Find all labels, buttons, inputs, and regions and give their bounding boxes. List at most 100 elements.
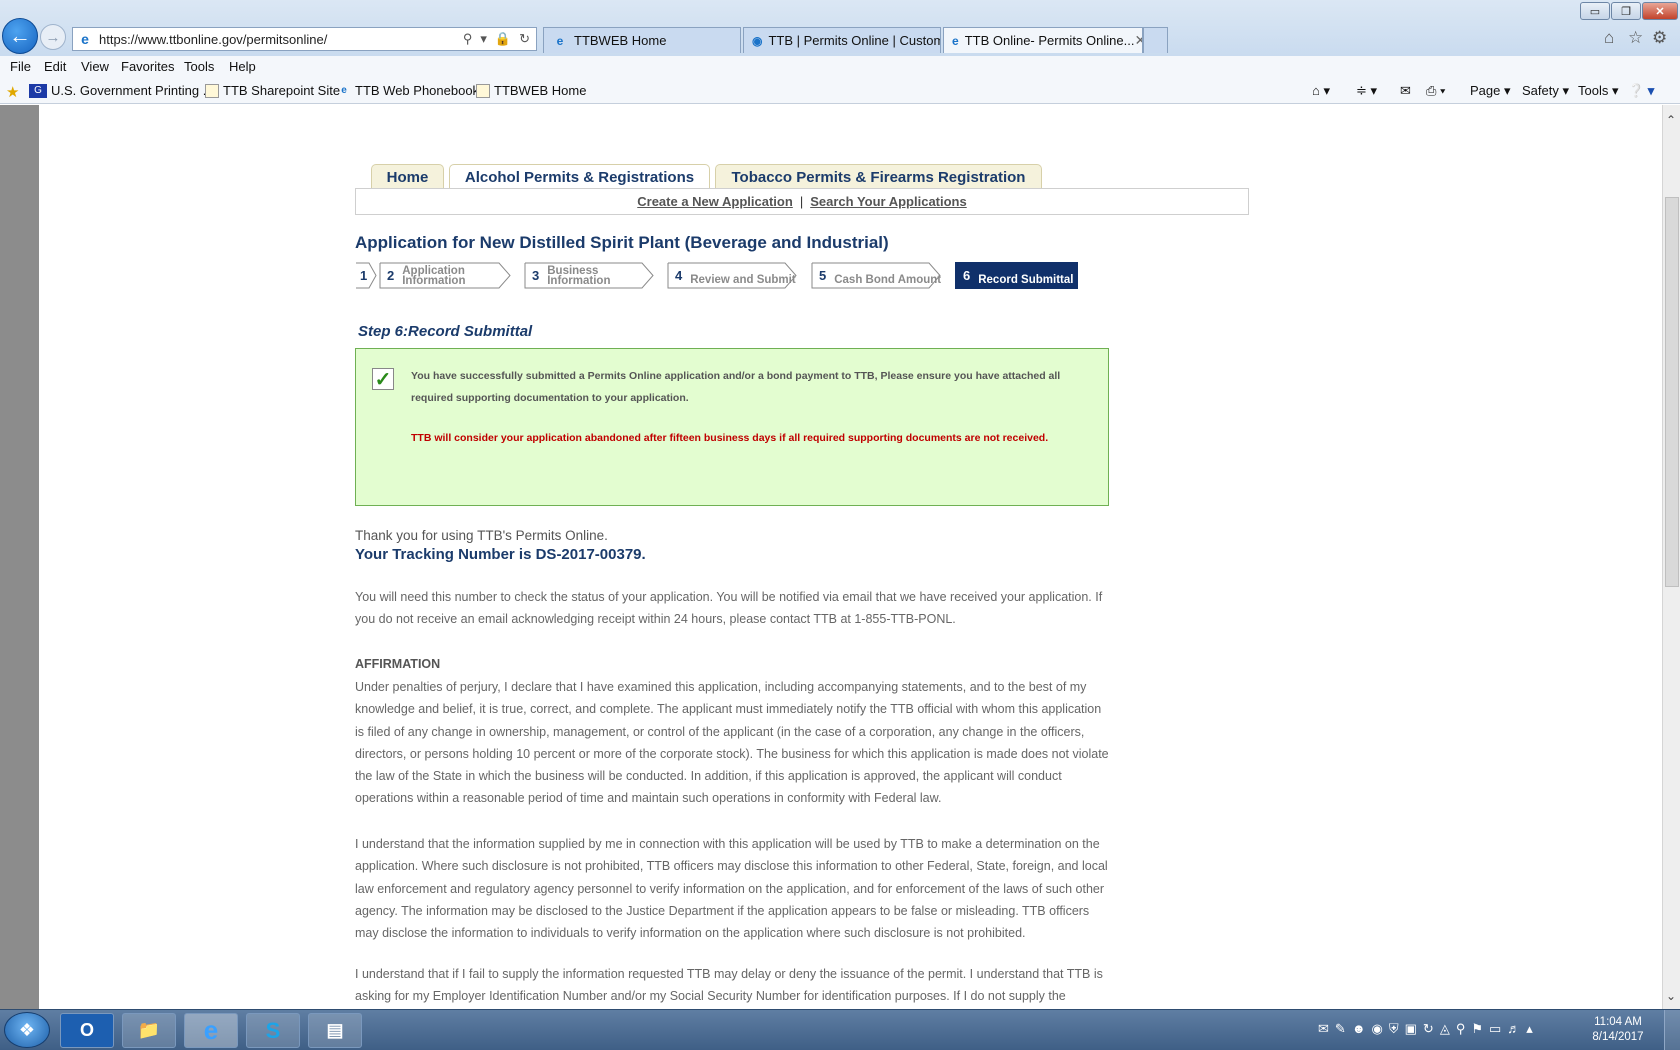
- fav-label: TTBWEB Home: [494, 83, 587, 98]
- page-icon: [205, 83, 219, 98]
- back-arrow-icon: ←: [9, 23, 31, 48]
- close-window-button[interactable]: ✕: [1642, 2, 1678, 20]
- fav-ttbweb-home[interactable]: TTBWEB Home: [476, 83, 586, 98]
- rss-feed-icon[interactable]: ≑ ▾: [1356, 83, 1377, 99]
- page-icon: [476, 83, 490, 98]
- step-5: 5 Cash Bond Amount: [811, 262, 941, 289]
- favorites-star-icon[interactable]: ★: [6, 83, 19, 101]
- scroll-down-icon[interactable]: ⌄: [1666, 989, 1676, 1003]
- fav-phonebook[interactable]: e TTB Web Phonebook: [337, 83, 479, 98]
- tab-permits-online-custom[interactable]: ◉ TTB | Permits Online | Custom...: [743, 27, 941, 53]
- address-bar[interactable]: e https://www.ttbonline.gov/permitsonlin…: [72, 27, 537, 51]
- nav-tab-tobacco[interactable]: Tobacco Permits & Firearms Registration: [715, 164, 1042, 189]
- taskbar-app[interactable]: ▤: [308, 1013, 362, 1048]
- key-tray-icon[interactable]: ⚲: [1456, 1021, 1466, 1037]
- step-number: 2: [387, 268, 395, 283]
- ie-icon: e: [203, 1015, 219, 1045]
- page-content: Home Alcohol Permits & Registrations Tob…: [39, 105, 1662, 1009]
- tab-ttb-online-active[interactable]: e TTB Online- Permits Online... ✕: [943, 27, 1143, 53]
- step-label: Record Submittal: [978, 273, 1074, 286]
- refresh-icon[interactable]: ↻: [519, 31, 530, 47]
- fav-label: TTB Web Phonebook: [355, 83, 480, 98]
- monitor-tray-icon[interactable]: ▭: [1489, 1021, 1501, 1037]
- close-icon: ✕: [1655, 5, 1665, 18]
- outlook-tray-icon[interactable]: ✉: [1318, 1021, 1329, 1037]
- windows-logo-icon: ❖: [18, 1019, 36, 1040]
- ie-page-icon: e: [81, 31, 89, 47]
- minimize-button[interactable]: ▭: [1580, 2, 1610, 20]
- taskbar: ❖ O 📁 e S ▤ ✉ ✎ ☻ ◉ ⛨ ▣ ↻ ◬ ⚲ ⚑ ▭ ♬ ▴ 11…: [0, 1009, 1680, 1050]
- flag-tray-icon[interactable]: ⚑: [1471, 1021, 1483, 1037]
- nav-tab-label: Tobacco Permits & Firearms Registration: [731, 168, 1026, 186]
- start-button[interactable]: ❖: [4, 1012, 50, 1048]
- skype-icon: S: [265, 1017, 281, 1043]
- ie-page-icon: e: [952, 33, 959, 48]
- skype-tray-icon[interactable]: ◉: [1372, 1021, 1383, 1037]
- separator: |: [799, 194, 804, 209]
- create-application-link[interactable]: Create a New Application: [637, 194, 793, 209]
- sync-tray-icon[interactable]: ↻: [1423, 1021, 1434, 1037]
- show-desktop-button[interactable]: [1664, 1010, 1680, 1050]
- menu-file[interactable]: File: [10, 59, 31, 74]
- page-menu[interactable]: Page ▾: [1470, 83, 1511, 99]
- clock-time: 11:04 AM: [1594, 1016, 1642, 1028]
- menu-edit[interactable]: Edit: [44, 59, 66, 74]
- tracking-number: Your Tracking Number is DS-2017-00379.: [355, 546, 646, 563]
- browser-titlebar: ← → e https://www.ttbonline.gov/permitso…: [0, 0, 1680, 56]
- forward-button[interactable]: →: [40, 24, 66, 50]
- scroll-thumb[interactable]: [1665, 197, 1679, 587]
- shield-tray-icon[interactable]: ⛨: [1389, 1021, 1399, 1037]
- taskbar-clock[interactable]: 11:04 AM 8/14/2017: [1582, 1015, 1654, 1045]
- forward-arrow-icon: →: [45, 28, 61, 46]
- vertical-scrollbar[interactable]: ⌃ ⌄: [1662, 105, 1680, 1009]
- lock-icon[interactable]: 🔒: [495, 31, 511, 47]
- step-number: 4: [675, 268, 683, 283]
- nav-tab-home[interactable]: Home: [371, 164, 444, 189]
- menu-favorites[interactable]: Favorites: [121, 59, 174, 74]
- taskbar-explorer[interactable]: 📁: [122, 1013, 176, 1048]
- fav-gpo[interactable]: G U.S. Government Printing ...: [29, 83, 214, 98]
- new-tab-button[interactable]: [1143, 27, 1168, 53]
- menu-help[interactable]: Help: [229, 59, 256, 74]
- address-url[interactable]: https://www.ttbonline.gov/permitsonline/: [99, 32, 463, 47]
- folder-icon: 📁: [137, 1020, 161, 1040]
- network-tray-icon[interactable]: ◬: [1440, 1021, 1450, 1037]
- search-applications-link[interactable]: Search Your Applications: [810, 194, 967, 209]
- user-tray-icon[interactable]: ☻: [1352, 1021, 1366, 1037]
- mail-icon[interactable]: ✉: [1400, 83, 1411, 99]
- nav-tab-label: Home: [386, 168, 429, 186]
- maximize-button[interactable]: ❐: [1611, 2, 1641, 20]
- step-1: 1: [355, 262, 377, 289]
- taskbar-outlook[interactable]: O: [60, 1013, 114, 1048]
- volume-tray-icon[interactable]: ♬: [1507, 1021, 1520, 1037]
- tools-menu[interactable]: Tools ▾: [1578, 83, 1619, 99]
- step-4: 4 Review and Submit: [667, 262, 797, 289]
- clock-date: 8/14/2017: [1592, 1031, 1644, 1043]
- print-icon[interactable]: ⎙ ▾: [1426, 83, 1445, 99]
- back-button[interactable]: ←: [2, 18, 38, 54]
- close-tab-icon[interactable]: ✕: [1134, 32, 1142, 49]
- tray-expand-icon[interactable]: ▴: [1526, 1021, 1533, 1037]
- help-icon[interactable]: ❔ ▾: [1628, 83, 1654, 99]
- fav-sharepoint[interactable]: TTB Sharepoint Site: [205, 83, 340, 98]
- taskbar-internet-explorer[interactable]: e: [184, 1013, 238, 1048]
- safety-menu[interactable]: Safety ▾: [1522, 83, 1569, 99]
- dropdown-icon[interactable]: ▾: [480, 31, 487, 47]
- nav-tab-alcohol[interactable]: Alcohol Permits & Registrations: [449, 164, 710, 189]
- search-icon[interactable]: ⚲: [463, 31, 473, 47]
- home-icon[interactable]: ⌂ ▾: [1312, 83, 1330, 99]
- drive-tray-icon[interactable]: ▣: [1405, 1021, 1417, 1037]
- home-icon[interactable]: ⌂: [1604, 28, 1614, 48]
- pen-tray-icon[interactable]: ✎: [1335, 1021, 1346, 1037]
- taskbar-skype[interactable]: S: [246, 1013, 300, 1048]
- favorites-bar: ★ G U.S. Government Printing ... TTB Sha…: [0, 78, 1680, 104]
- menu-tools[interactable]: Tools: [184, 59, 214, 74]
- scroll-up-icon[interactable]: ⌃: [1666, 113, 1676, 127]
- gear-icon[interactable]: ⚙: [1652, 28, 1667, 48]
- document-icon: ▤: [326, 1020, 344, 1040]
- tab-ttbweb-home[interactable]: e TTBWEB Home: [543, 27, 741, 53]
- fav-label: TTB Sharepoint Site: [223, 83, 341, 98]
- menu-view[interactable]: View: [81, 59, 109, 74]
- favorites-star-icon[interactable]: ☆: [1628, 28, 1643, 48]
- maximize-icon: ❐: [1621, 5, 1631, 18]
